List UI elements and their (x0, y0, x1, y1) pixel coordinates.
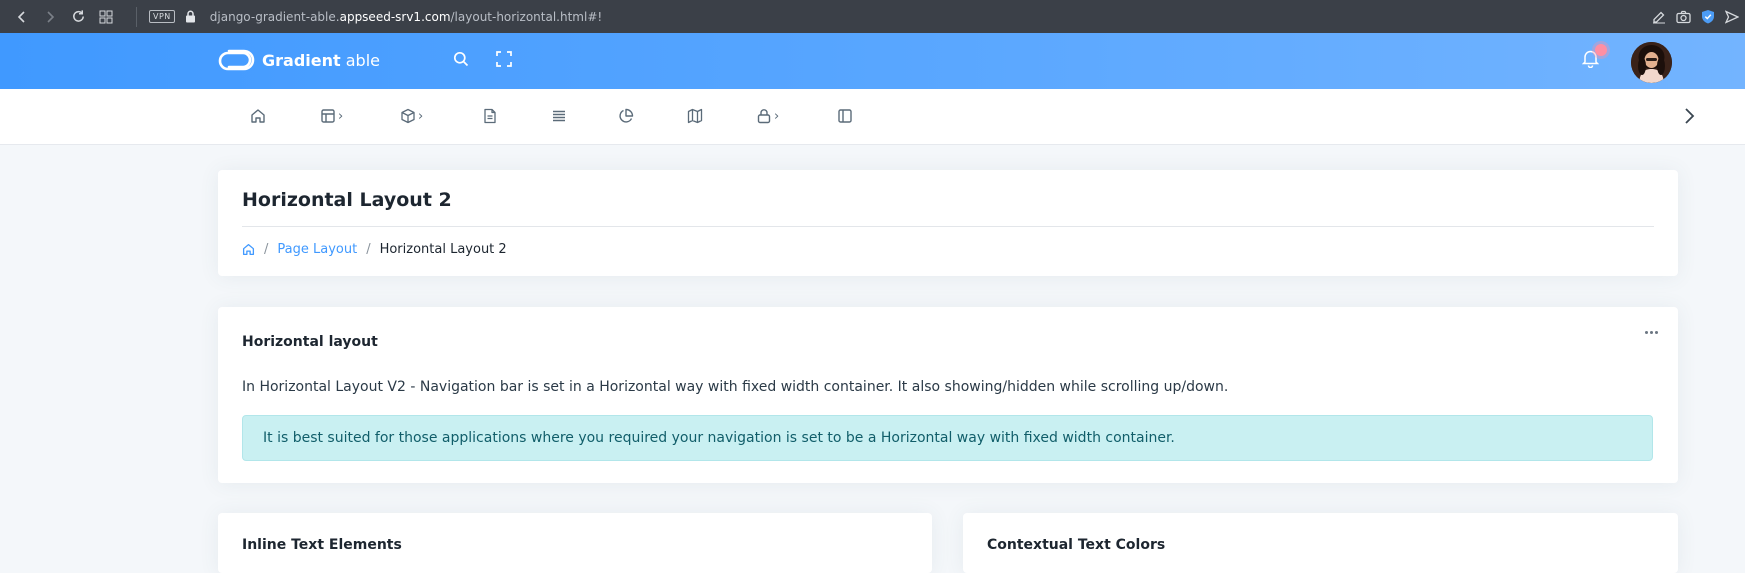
lock-icon[interactable] (185, 10, 196, 23)
reload-icon (72, 10, 84, 22)
nav-item-charts[interactable] (618, 108, 634, 124)
avatar[interactable] (1631, 42, 1672, 83)
divider (242, 226, 1654, 227)
sidebar-icon (838, 109, 852, 123)
card-title: Horizontal layout (242, 334, 378, 350)
nav-item-layout[interactable]: › (320, 108, 343, 124)
layout-icon (321, 109, 335, 123)
home-icon[interactable] (242, 243, 255, 256)
card-title: Inline Text Elements (242, 537, 402, 553)
chevron-right-icon[interactable] (1680, 107, 1698, 125)
edit-icon[interactable] (1652, 10, 1666, 24)
address-bar[interactable]: django-gradient-able.appseed-srv1.com/la… (210, 10, 602, 24)
logo-icon (218, 49, 255, 71)
notification-badge (1595, 44, 1607, 56)
nav-item-dashboard[interactable] (250, 108, 266, 124)
inline-text-elements-card: Inline Text Elements (218, 513, 932, 573)
vpn-badge[interactable]: VPN (149, 10, 175, 23)
list-icon (553, 110, 565, 122)
breadcrumb-link-page-layout[interactable]: Page Layout (277, 242, 357, 257)
nav-item-forms[interactable] (482, 108, 498, 124)
camera-icon[interactable] (1676, 10, 1691, 24)
nav-item-sample-page[interactable] (837, 108, 853, 124)
pie-chart-icon (619, 108, 634, 123)
nav-item-auth[interactable]: › (756, 108, 779, 124)
brand-name-light: able (340, 50, 380, 70)
more-options-icon[interactable] (1645, 331, 1658, 334)
brand-name-bold: Gradient (262, 50, 341, 70)
horizontal-nav: › › › (0, 89, 1745, 145)
card-title: Contextual Text Colors (987, 537, 1166, 553)
info-alert: It is best suited for those applications… (242, 415, 1653, 461)
brand-name: Gradient able (262, 51, 380, 70)
search-icon[interactable] (453, 51, 469, 67)
breadcrumb: / Page Layout / Horizontal Layout 2 (242, 242, 507, 257)
forward-button[interactable] (40, 7, 60, 27)
breadcrumb-current: Horizontal Layout 2 (379, 242, 507, 257)
contextual-text-colors-card: Contextual Text Colors (963, 513, 1678, 573)
fullscreen-icon[interactable] (496, 51, 512, 67)
card-description: In Horizontal Layout V2 - Navigation bar… (242, 379, 1229, 395)
lock-icon (757, 109, 771, 124)
app-header: Gradient able (0, 33, 1745, 89)
url-path: /layout-horizontal.html#! (450, 9, 603, 24)
home-icon (251, 109, 265, 123)
toolbar-separator (136, 6, 137, 27)
nav-item-tables[interactable] (551, 108, 567, 124)
reload-button[interactable] (68, 7, 88, 27)
map-icon (687, 108, 703, 124)
submenu-chevron: › (774, 108, 780, 124)
tabs-grid-button[interactable] (96, 7, 116, 27)
shield-icon[interactable] (1701, 9, 1715, 24)
page-title: Horizontal Layout 2 (242, 189, 452, 211)
file-text-icon (484, 108, 496, 124)
breadcrumb-separator: / (264, 242, 269, 257)
grid-icon (99, 10, 113, 23)
back-arrow-icon (17, 10, 25, 23)
url-prefix: django-gradient-able. (209, 9, 340, 24)
horizontal-layout-card: Horizontal layout In Horizontal Layout V… (218, 307, 1678, 483)
browser-toolbar: VPN django-gradient-able.appseed-srv1.co… (0, 0, 1745, 33)
breadcrumb-separator: / (366, 242, 371, 257)
nav-item-maps[interactable] (687, 108, 703, 124)
back-button[interactable] (12, 7, 32, 27)
nav-item-components[interactable]: › (400, 108, 423, 124)
url-host: appseed-srv1.com (339, 9, 451, 24)
brand-logo[interactable]: Gradient able (217, 48, 380, 72)
page-header-card: Horizontal Layout 2 / Page Layout / Hori… (218, 170, 1678, 276)
submenu-chevron: › (418, 108, 424, 124)
submenu-chevron: › (338, 108, 344, 124)
send-icon[interactable] (1725, 9, 1739, 24)
forward-arrow-icon (47, 10, 55, 23)
box-icon (401, 108, 415, 124)
